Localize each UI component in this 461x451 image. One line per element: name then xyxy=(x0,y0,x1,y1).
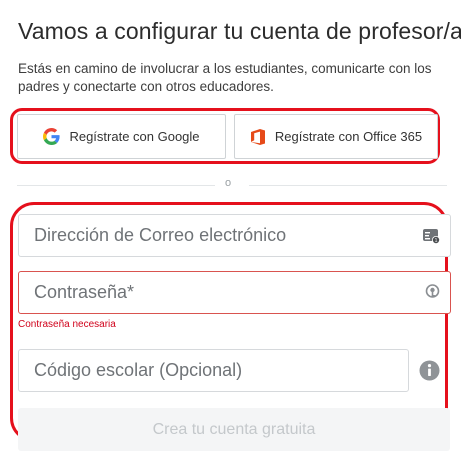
divider-or-text: o xyxy=(225,177,232,189)
email-input[interactable] xyxy=(19,215,450,256)
school-code-field[interactable] xyxy=(18,349,409,392)
office-365-logo-icon xyxy=(250,128,266,146)
google-signup-label: Regístrate con Google xyxy=(69,129,200,144)
divider-line-right xyxy=(249,185,447,186)
page-title: Vamos a configurar tu cuenta de profesor… xyxy=(18,18,461,44)
password-key-icon xyxy=(425,284,440,301)
school-code-input[interactable] xyxy=(19,350,408,391)
contact-card-icon: 1 xyxy=(423,227,440,244)
password-field[interactable] xyxy=(18,271,451,314)
password-input[interactable] xyxy=(19,272,450,313)
signup-page: Vamos a configurar tu cuenta de profesor… xyxy=(0,0,461,451)
password-error-message: Contraseña necesaria xyxy=(18,319,116,330)
divider-line-left xyxy=(17,185,215,186)
create-account-button[interactable]: Crea tu cuenta gratuita xyxy=(18,408,450,451)
page-subtitle: Estás en camino de involucrar a los estu… xyxy=(18,61,432,94)
office365-signup-label: Regístrate con Office 365 xyxy=(274,129,423,144)
google-logo-icon xyxy=(43,128,61,145)
or-divider: o xyxy=(17,177,447,189)
svg-text:1: 1 xyxy=(435,238,438,244)
office365-signup-button[interactable]: Regístrate con Office 365 xyxy=(234,114,438,159)
email-field[interactable]: 1 xyxy=(18,214,451,257)
google-signup-button[interactable]: Regístrate con Google xyxy=(17,114,226,159)
info-icon[interactable] xyxy=(419,360,440,381)
